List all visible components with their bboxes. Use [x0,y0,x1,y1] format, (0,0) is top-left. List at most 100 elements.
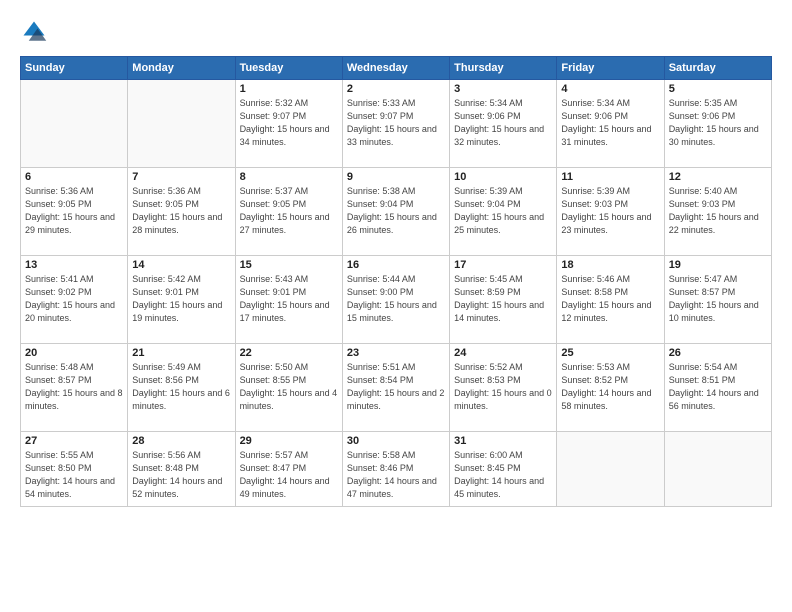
calendar-cell: 10Sunrise: 5:39 AM Sunset: 9:04 PM Dayli… [450,168,557,256]
day-number: 23 [347,347,445,359]
day-number: 29 [240,435,338,447]
calendar-cell: 18 Sunrise: 5:46 AM Sunset: 8:58 PM Dayli… [557,256,664,344]
day-number: 3 [454,83,552,95]
day-info: Sunrise: 5:36 AM Sunset: 9:05 PM Dayligh… [25,185,123,237]
calendar-cell: 19 Sunrise: 5:47 AM Sunset: 8:57 PM Dayli… [664,256,771,344]
day-info: Sunrise: 5:34 AM Sunset: 9:06 PM Dayligh… [561,97,659,149]
logo [20,18,52,46]
day-info: Sunrise: 5:43 AM Sunset: 9:01 PM Dayligh… [240,273,338,325]
calendar-week-row: 1 Sunrise: 5:32 AM Sunset: 9:07 PM Daylig… [21,80,772,168]
calendar-cell: 4 Sunrise: 5:34 AM Sunset: 9:06 PM Daylig… [557,80,664,168]
calendar-cell: 7 Sunrise: 5:36 AM Sunset: 9:05 PM Daylig… [128,168,235,256]
page: SundayMondayTuesdayWednesdayThursdayFrid… [0,0,792,612]
calendar-cell: 23 Sunrise: 5:51 AM Sunset: 8:54 PM Dayli… [342,344,449,432]
day-number: 21 [132,347,230,359]
calendar-week-row: 20 Sunrise: 5:48 AM Sunset: 8:57 PM Dayli… [21,344,772,432]
day-info: Sunrise: 5:40 AM Sunset: 9:03 PM Dayligh… [669,185,767,237]
day-number: 12 [669,171,767,183]
calendar-cell: 3 Sunrise: 5:34 AM Sunset: 9:06 PM Daylig… [450,80,557,168]
day-number: 25 [561,347,659,359]
day-info: Sunrise: 5:45 AM Sunset: 8:59 PM Dayligh… [454,273,552,325]
logo-icon [20,18,48,46]
day-of-week-header: Monday [128,57,235,80]
calendar-cell: 27 Sunrise: 5:55 AM Sunset: 8:50 PM Dayli… [21,432,128,507]
day-info: Sunrise: 5:47 AM Sunset: 8:57 PM Dayligh… [669,273,767,325]
day-number: 2 [347,83,445,95]
calendar-cell: 6 Sunrise: 5:36 AM Sunset: 9:05 PM Daylig… [21,168,128,256]
calendar-cell: 15 Sunrise: 5:43 AM Sunset: 9:01 PM Dayli… [235,256,342,344]
calendar-cell: 22 Sunrise: 5:50 AM Sunset: 8:55 PM Dayli… [235,344,342,432]
day-info: Sunrise: 5:58 AM Sunset: 8:46 PM Dayligh… [347,449,445,501]
day-info: Sunrise: 5:56 AM Sunset: 8:48 PM Dayligh… [132,449,230,501]
day-number: 7 [132,171,230,183]
day-number: 4 [561,83,659,95]
day-number: 27 [25,435,123,447]
day-info: Sunrise: 5:48 AM Sunset: 8:57 PM Dayligh… [25,361,123,413]
day-info: Sunrise: 5:36 AM Sunset: 9:05 PM Dayligh… [132,185,230,237]
day-number: 13 [25,259,123,271]
day-number: 9 [347,171,445,183]
day-number: 24 [454,347,552,359]
day-info: Sunrise: 5:55 AM Sunset: 8:50 PM Dayligh… [25,449,123,501]
calendar-cell: 1 Sunrise: 5:32 AM Sunset: 9:07 PM Daylig… [235,80,342,168]
day-info: Sunrise: 5:57 AM Sunset: 8:47 PM Dayligh… [240,449,338,501]
day-number: 8 [240,171,338,183]
calendar-cell: 16 Sunrise: 5:44 AM Sunset: 9:00 PM Dayli… [342,256,449,344]
calendar-cell: 30 Sunrise: 5:58 AM Sunset: 8:46 PM Dayli… [342,432,449,507]
calendar-cell [664,432,771,507]
day-number: 11 [561,171,659,183]
day-info: Sunrise: 5:39 AM Sunset: 9:04 PM Dayligh… [454,185,552,237]
calendar-cell: 12 Sunrise: 5:40 AM Sunset: 9:03 PM Dayli… [664,168,771,256]
day-info: Sunrise: 5:33 AM Sunset: 9:07 PM Dayligh… [347,97,445,149]
day-info: Sunrise: 5:49 AM Sunset: 8:56 PM Dayligh… [132,361,230,413]
day-info: Sunrise: 5:41 AM Sunset: 9:02 PM Dayligh… [25,273,123,325]
day-of-week-header: Sunday [21,57,128,80]
header-row: SundayMondayTuesdayWednesdayThursdayFrid… [21,57,772,80]
calendar-cell [557,432,664,507]
day-info: Sunrise: 5:51 AM Sunset: 8:54 PM Dayligh… [347,361,445,413]
day-of-week-header: Saturday [664,57,771,80]
day-number: 20 [25,347,123,359]
calendar-cell: 8 Sunrise: 5:37 AM Sunset: 9:05 PM Daylig… [235,168,342,256]
calendar-cell: 24 Sunrise: 5:52 AM Sunset: 8:53 PM Dayli… [450,344,557,432]
calendar-cell: 13 Sunrise: 5:41 AM Sunset: 9:02 PM Dayli… [21,256,128,344]
day-info: Sunrise: 5:53 AM Sunset: 8:52 PM Dayligh… [561,361,659,413]
day-info: Sunrise: 6:00 AM Sunset: 8:45 PM Dayligh… [454,449,552,501]
calendar-cell: 2 Sunrise: 5:33 AM Sunset: 9:07 PM Daylig… [342,80,449,168]
day-info: Sunrise: 5:38 AM Sunset: 9:04 PM Dayligh… [347,185,445,237]
day-number: 22 [240,347,338,359]
header [20,18,772,46]
day-info: Sunrise: 5:46 AM Sunset: 8:58 PM Dayligh… [561,273,659,325]
day-info: Sunrise: 5:37 AM Sunset: 9:05 PM Dayligh… [240,185,338,237]
day-info: Sunrise: 5:32 AM Sunset: 9:07 PM Dayligh… [240,97,338,149]
day-number: 19 [669,259,767,271]
day-number: 1 [240,83,338,95]
day-number: 17 [454,259,552,271]
calendar-cell: 20 Sunrise: 5:48 AM Sunset: 8:57 PM Dayli… [21,344,128,432]
day-info: Sunrise: 5:50 AM Sunset: 8:55 PM Dayligh… [240,361,338,413]
calendar-cell [128,80,235,168]
day-number: 16 [347,259,445,271]
calendar-week-row: 6 Sunrise: 5:36 AM Sunset: 9:05 PM Daylig… [21,168,772,256]
calendar-cell: 21 Sunrise: 5:49 AM Sunset: 8:56 PM Dayli… [128,344,235,432]
calendar-week-row: 13 Sunrise: 5:41 AM Sunset: 9:02 PM Dayli… [21,256,772,344]
day-of-week-header: Friday [557,57,664,80]
day-info: Sunrise: 5:44 AM Sunset: 9:00 PM Dayligh… [347,273,445,325]
day-number: 14 [132,259,230,271]
day-number: 6 [25,171,123,183]
day-of-week-header: Thursday [450,57,557,80]
calendar-cell: 31Sunrise: 6:00 AM Sunset: 8:45 PM Dayli… [450,432,557,507]
day-of-week-header: Tuesday [235,57,342,80]
day-number: 30 [347,435,445,447]
day-number: 15 [240,259,338,271]
day-info: Sunrise: 5:39 AM Sunset: 9:03 PM Dayligh… [561,185,659,237]
day-info: Sunrise: 5:34 AM Sunset: 9:06 PM Dayligh… [454,97,552,149]
calendar-cell: 17 Sunrise: 5:45 AM Sunset: 8:59 PM Dayli… [450,256,557,344]
calendar-cell [21,80,128,168]
day-info: Sunrise: 5:52 AM Sunset: 8:53 PM Dayligh… [454,361,552,413]
day-number: 18 [561,259,659,271]
day-of-week-header: Wednesday [342,57,449,80]
calendar-cell: 26Sunrise: 5:54 AM Sunset: 8:51 PM Dayli… [664,344,771,432]
calendar-cell: 11 Sunrise: 5:39 AM Sunset: 9:03 PM Dayli… [557,168,664,256]
calendar-cell: 9 Sunrise: 5:38 AM Sunset: 9:04 PM Daylig… [342,168,449,256]
